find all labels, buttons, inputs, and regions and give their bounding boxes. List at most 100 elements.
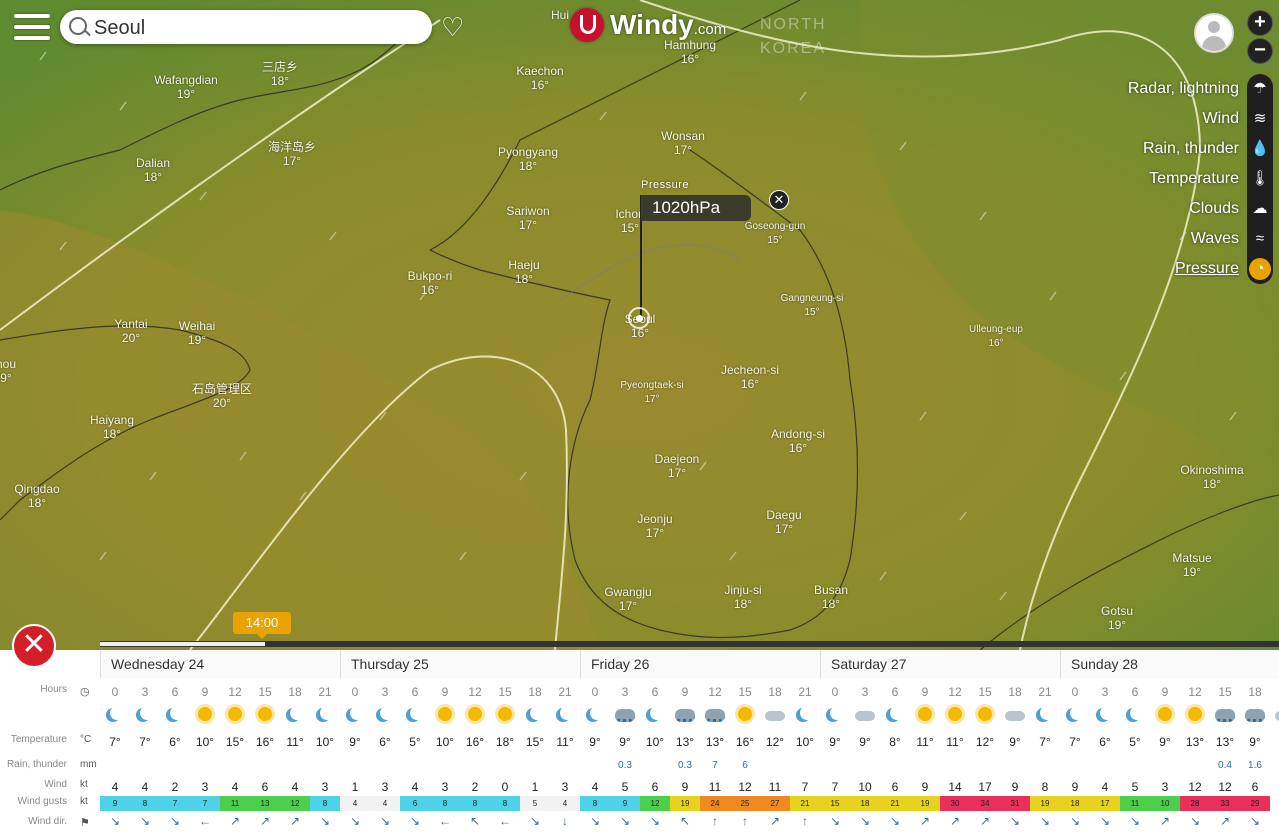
gust-cell: 18	[850, 796, 880, 811]
gust-cell: 8	[460, 796, 490, 811]
layer-raindrop[interactable]: Rain, thunder 💧	[1059, 136, 1279, 164]
layer-wind[interactable]: Wind ≋	[1059, 106, 1279, 134]
wind-direction-cell: ↘	[889, 814, 901, 828]
city-label[interactable]: Gangneung-si 15°	[781, 292, 844, 320]
day-header[interactable]: Sunday 28	[1060, 650, 1279, 678]
city-temperature: 18°	[518, 159, 538, 173]
rain-cell: 1.6	[1248, 760, 1262, 771]
country-label: NORTH	[760, 16, 827, 33]
city-label[interactable]: Ulleung-eup 16°	[969, 323, 1023, 351]
city-label[interactable]: Wonsan 17°	[661, 129, 705, 157]
city-label[interactable]: Andong-si 16°	[771, 427, 825, 455]
zoom-out-button[interactable]: −	[1247, 38, 1273, 64]
temperature-cell: 6°	[1099, 735, 1111, 749]
gust-cell: 33	[1210, 796, 1240, 811]
menu-icon[interactable]	[14, 14, 50, 40]
city-temperature: 18°	[270, 74, 290, 88]
city-label[interactable]: 海洋岛乡 17°	[268, 140, 316, 168]
city-label[interactable]: Daegu 17°	[766, 508, 801, 536]
wind-direction-cell: ↘	[589, 814, 601, 828]
city-label[interactable]: Hui	[551, 8, 569, 22]
layer-gauge[interactable]: Pressure ◔	[1059, 256, 1279, 284]
wind-cell: 2	[471, 780, 479, 794]
wind-direction-cell: ↘	[409, 814, 421, 828]
timeline-bar[interactable]	[100, 641, 1279, 647]
weather-icon-cell	[340, 702, 370, 728]
location-pin-icon[interactable]	[628, 307, 650, 329]
hour-cell: 9	[441, 685, 449, 699]
city-label[interactable]: Busan 18°	[814, 583, 848, 611]
wind-direction-cell: ↘	[169, 814, 181, 828]
hour-cell: 12	[948, 685, 962, 699]
timeline-handle[interactable]: 14:00	[233, 612, 291, 639]
city-label[interactable]: Daejeon 17°	[655, 452, 700, 480]
layer-radar[interactable]: Radar, lightning ☂	[1059, 76, 1279, 104]
city-label[interactable]: Haiyang 18°	[90, 413, 134, 441]
day-header[interactable]: Friday 26	[580, 650, 820, 678]
city-label[interactable]: Wafangdian 19°	[154, 73, 218, 101]
layer-thermometer[interactable]: Temperature 🌡	[1059, 166, 1279, 194]
day-header[interactable]: Saturday 27	[820, 650, 1060, 678]
search-input[interactable]	[92, 14, 426, 42]
city-label[interactable]: Goseong-gun 15°	[745, 220, 806, 248]
gust-cell: 4	[340, 796, 370, 811]
row-name: Wind gusts	[17, 796, 67, 807]
weather-icon-cell	[820, 702, 850, 728]
city-label[interactable]: hou9°	[0, 357, 16, 385]
city-label[interactable]: Gwangju 17°	[604, 585, 651, 613]
city-name: hou	[0, 357, 17, 371]
weather-icon-cell	[640, 702, 670, 728]
city-label[interactable]: Hamhung 16°	[664, 38, 716, 66]
city-label[interactable]: Haeju 18°	[508, 258, 539, 286]
city-name: Goseong-gun	[744, 221, 806, 232]
city-label[interactable]: Yantai 20°	[114, 317, 147, 345]
zoom-in-button[interactable]: +	[1247, 10, 1273, 36]
city-label[interactable]: 石岛管理区 20°	[192, 382, 252, 410]
hour-cell: 0	[111, 685, 119, 699]
search-bar[interactable]	[60, 10, 432, 44]
city-name: Hui	[550, 8, 570, 22]
city-label[interactable]: Bukpo-ri 16°	[408, 269, 453, 297]
day-header[interactable]: Thursday 25	[340, 650, 580, 678]
favorite-heart-icon[interactable]: ♡	[441, 14, 469, 40]
city-label[interactable]: Matsue 19°	[1172, 551, 1211, 579]
city-label[interactable]: Gotsu 19°	[1101, 604, 1133, 632]
layer-waves[interactable]: Waves ≈	[1059, 226, 1279, 254]
wind-cell: 4	[411, 780, 419, 794]
temperature-cell: 10°	[435, 735, 455, 749]
weather-icon-cell	[1150, 702, 1180, 728]
rain-cell: 0.3	[618, 760, 632, 771]
city-label[interactable]: Dalian 18°	[136, 156, 170, 184]
popup-close-icon[interactable]: ✕	[769, 190, 789, 210]
city-label[interactable]: 三店乡 18°	[262, 60, 298, 88]
city-temperature: 18°	[733, 597, 753, 611]
city-label[interactable]: Jecheon-si 16°	[721, 363, 779, 391]
temperature-cell: 6°	[379, 735, 391, 749]
user-avatar[interactable]	[1194, 13, 1234, 53]
city-label[interactable]: Pyeongtaek-si 17°	[620, 379, 683, 407]
city-label[interactable]: Okinoshima 18°	[1180, 463, 1243, 491]
wind-cell: 4	[291, 780, 299, 794]
city-name: Matsue	[1172, 551, 1212, 565]
layer-label: Rain, thunder	[1142, 140, 1239, 157]
city-label[interactable]: Qingdao 18°	[14, 482, 59, 510]
city-temperature: 17°	[645, 526, 665, 540]
wind-direction-cell: ↘	[109, 814, 121, 828]
day-header[interactable]: Wednesday 24	[100, 650, 340, 678]
gust-cell: 31	[1000, 796, 1030, 811]
city-name: Gotsu	[1100, 604, 1134, 618]
rain-cell: 7	[712, 760, 718, 771]
layer-cloud[interactable]: Clouds ☁	[1059, 196, 1279, 224]
city-label[interactable]: Jinju-si 18°	[724, 583, 761, 611]
city-label[interactable]: Weihai 19°	[179, 319, 215, 347]
city-label[interactable]: Pyongyang 18°	[498, 145, 558, 173]
close-forecast-button[interactable]: ✕	[12, 624, 56, 668]
city-label[interactable]: Sariwon 17°	[506, 204, 549, 232]
wind-direction-cell: ↘	[379, 814, 391, 828]
temperature-cell: 16°	[255, 735, 275, 749]
city-label[interactable]: Kaechon 16°	[516, 64, 563, 92]
city-temperature: 17°	[618, 599, 638, 613]
weather-icon-cell	[490, 702, 520, 728]
city-name: Pyeongtaek-si	[620, 380, 684, 391]
city-label[interactable]: Jeonju 17°	[637, 512, 672, 540]
